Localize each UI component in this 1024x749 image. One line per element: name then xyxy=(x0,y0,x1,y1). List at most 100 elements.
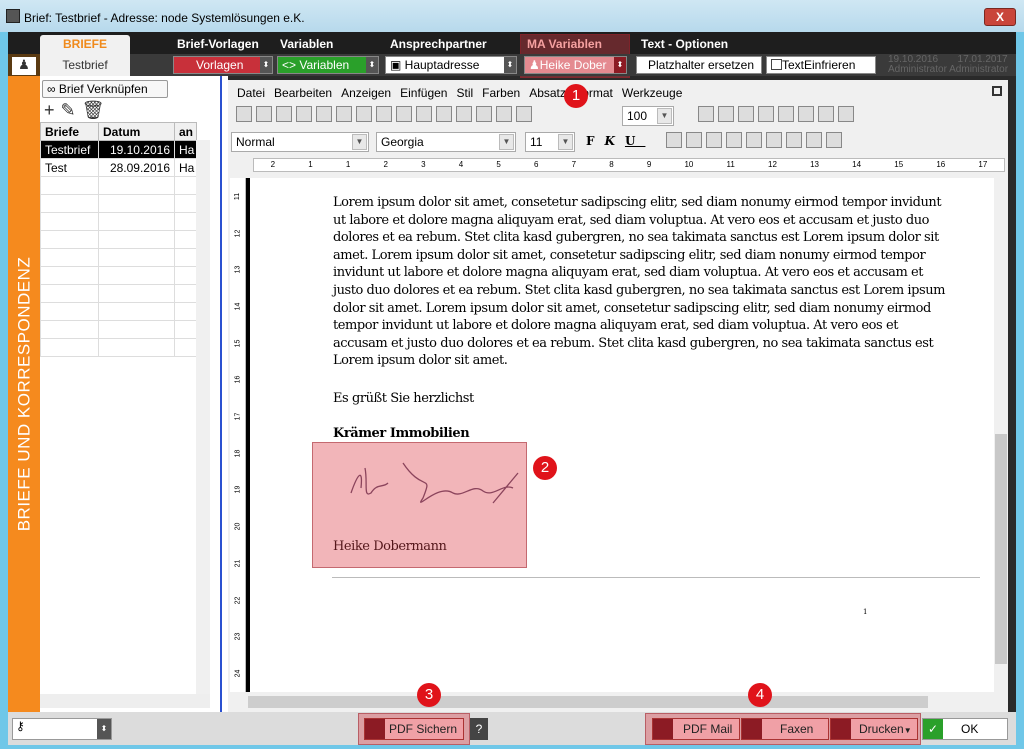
horizontal-scrollbar[interactable] xyxy=(228,694,1008,710)
ruler-tick: 11 xyxy=(234,192,241,200)
column-header[interactable]: Datum xyxy=(98,122,175,141)
replace-placeholders-button[interactable]: Platzhalter ersetzen xyxy=(636,56,762,74)
cut-icon[interactable] xyxy=(356,106,372,122)
maximize-icon[interactable] xyxy=(992,86,1002,96)
close-button[interactable]: X xyxy=(984,8,1016,26)
print-button[interactable]: Drucken▼ xyxy=(830,718,918,740)
address-dropdown[interactable]: ▣ Hauptadresse ⬍ xyxy=(385,56,517,74)
callout-badge: 1 xyxy=(564,84,588,108)
copy-icon[interactable] xyxy=(376,106,392,122)
letter-actions: +✎🗑 xyxy=(44,100,110,121)
print-icon[interactable] xyxy=(316,106,332,122)
find-icon[interactable] xyxy=(336,106,352,122)
zoom-select[interactable]: 100 ▼ xyxy=(622,106,674,126)
new-icon[interactable] xyxy=(236,106,252,122)
column-header[interactable]: an xyxy=(174,122,197,141)
underline-button[interactable]: U xyxy=(625,134,645,148)
undo-icon[interactable] xyxy=(416,106,432,122)
border-inner-icon[interactable] xyxy=(766,132,782,148)
paragraph-icon[interactable] xyxy=(456,106,472,122)
tab-variablen[interactable]: Variablen xyxy=(280,35,333,54)
vorlagen-dropdown[interactable]: Vorlagen ⬍ xyxy=(173,56,273,74)
ruler-tick: 14 xyxy=(233,302,241,311)
tab-brief-vorlagen[interactable]: Brief-Vorlagen xyxy=(177,35,259,54)
align-right-icon[interactable] xyxy=(738,106,754,122)
ruler-tick: 14 xyxy=(852,160,862,169)
menu-item[interactable]: Farben xyxy=(482,86,520,100)
document-page[interactable]: Lorem ipsum dolor sit amet, consetetur s… xyxy=(333,178,980,688)
tab-briefe[interactable]: BRIEFE xyxy=(40,35,130,54)
list-icon[interactable] xyxy=(838,106,854,122)
add-icon[interactable]: + xyxy=(44,100,61,120)
calendar-icon[interactable] xyxy=(516,106,532,122)
border-none-icon[interactable] xyxy=(826,132,842,148)
justify-icon[interactable] xyxy=(758,106,774,122)
bold-button[interactable]: F xyxy=(586,134,605,148)
pdf-mail-button[interactable]: PDF Mail xyxy=(652,718,740,740)
link-letter-label: Brief Verknüpfen xyxy=(58,82,148,96)
line-spacing-3-icon[interactable] xyxy=(818,106,834,122)
column-header[interactable]: Briefe xyxy=(40,122,99,141)
menu-item[interactable]: Datei xyxy=(237,86,265,100)
italic-button[interactable]: K xyxy=(605,134,625,148)
delete-icon[interactable]: 🗑 xyxy=(82,100,111,120)
key-dropdown[interactable]: ⚷ ⬍ xyxy=(12,718,112,740)
line-spacing-2-icon[interactable] xyxy=(798,106,814,122)
redo-icon[interactable] xyxy=(436,106,452,122)
menu-item[interactable]: Anzeigen xyxy=(341,86,391,100)
align-left-icon[interactable] xyxy=(698,106,714,122)
border-right-icon[interactable] xyxy=(706,132,722,148)
ok-button[interactable]: ✓ OK xyxy=(922,718,1008,740)
pdf-save-button[interactable]: PDF Sichern xyxy=(364,718,464,740)
tab-text-optionen[interactable]: Text - Optionen xyxy=(641,35,728,54)
menu-item[interactable]: Bearbeiten xyxy=(274,86,332,100)
border-bottom-icon[interactable] xyxy=(726,132,742,148)
menu-item[interactable]: Einfügen xyxy=(400,86,447,100)
font-select[interactable]: Georgia ▼ xyxy=(376,132,516,152)
save-icon[interactable] xyxy=(276,106,292,122)
preview-icon[interactable] xyxy=(296,106,312,122)
style-select[interactable]: Normal ▼ xyxy=(231,132,369,152)
ruler-tick: 12 xyxy=(768,160,777,169)
vertical-scrollbar[interactable] xyxy=(994,178,1008,692)
field-icon[interactable] xyxy=(476,106,492,122)
border-horizontal-icon[interactable] xyxy=(746,132,762,148)
align-center-icon[interactable] xyxy=(718,106,734,122)
open-icon[interactable] xyxy=(256,106,272,122)
app-icon xyxy=(6,9,20,23)
tab-ansprechpartner[interactable]: Ansprechpartner xyxy=(390,35,487,54)
link-letter-button[interactable]: ∞ Brief Verknüpfen xyxy=(42,80,168,98)
freeze-text-label: TextEinfrieren xyxy=(782,58,856,72)
employee-dropdown[interactable]: ♟Heike Dober ⬍ xyxy=(524,56,627,74)
help-button[interactable]: ? xyxy=(470,718,488,740)
size-select[interactable]: 11 ▼ xyxy=(525,132,575,152)
menu-item[interactable]: Werkzeuge xyxy=(622,86,682,100)
border-top-icon[interactable] xyxy=(686,132,702,148)
variablen-dropdown[interactable]: <> Variablen ⬍ xyxy=(277,56,379,74)
spinner-icon: ⬍ xyxy=(366,57,378,73)
edit-icon[interactable]: ✎ xyxy=(61,100,82,120)
border-grid-icon[interactable] xyxy=(806,132,822,148)
ruler-tick: 16 xyxy=(233,375,241,384)
horizontal-scrollbar[interactable] xyxy=(40,694,210,708)
line-spacing-1-icon[interactable] xyxy=(778,106,794,122)
signature-highlight xyxy=(312,442,527,568)
spinner-icon: ⬍ xyxy=(614,57,626,73)
org-chart-icon[interactable]: ♟ xyxy=(12,57,36,75)
table-row[interactable]: Test 28.09.2016 Ha xyxy=(40,158,197,177)
table-row[interactable]: Testbrief 19.10.2016 Ha xyxy=(40,140,197,159)
clock-icon[interactable] xyxy=(496,106,512,122)
splitter[interactable] xyxy=(220,76,228,712)
menu-item[interactable]: Absatz xyxy=(529,86,566,100)
ruler-tick: 19 xyxy=(233,486,241,494)
table-header: Briefe Datum an xyxy=(40,122,197,141)
section-label: BRIEFE UND KORRESPONDENZ xyxy=(14,256,33,532)
fax-button[interactable]: Faxen xyxy=(741,718,829,740)
modified-user: Administrator xyxy=(949,64,1009,75)
border-left-icon[interactable] xyxy=(666,132,682,148)
vertical-scrollbar[interactable] xyxy=(196,140,210,694)
freeze-text-checkbox[interactable]: TextEinfrieren xyxy=(766,56,876,74)
border-all-icon[interactable] xyxy=(786,132,802,148)
menu-item[interactable]: Stil xyxy=(456,86,473,100)
paste-icon[interactable] xyxy=(396,106,412,122)
